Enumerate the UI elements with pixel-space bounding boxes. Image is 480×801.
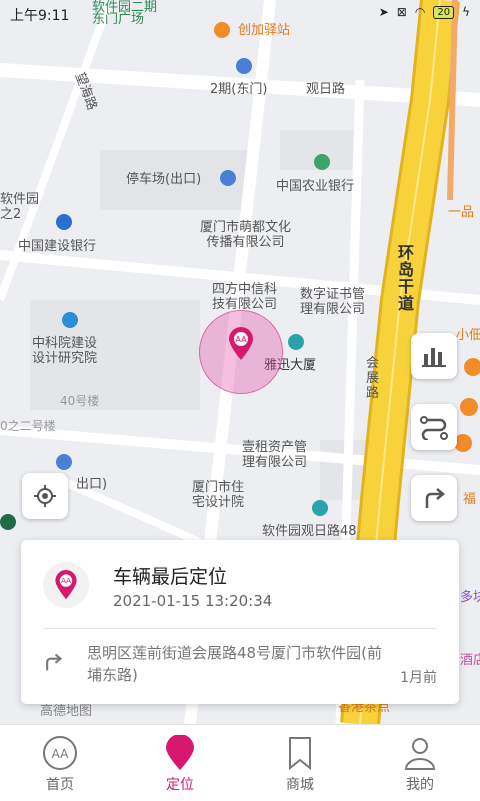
map-label: 四方中信科 技有限公司 bbox=[212, 282, 278, 312]
map-label: 小佃 bbox=[456, 328, 480, 343]
battery-icon: 20 bbox=[433, 5, 455, 19]
turn-right-icon bbox=[425, 488, 445, 508]
bank-icon[interactable] bbox=[56, 214, 72, 230]
road-label: 会 展 路 bbox=[366, 356, 380, 401]
card-address: 思明区莲前街道会展路48号厦门市软件园(前埔东路) bbox=[87, 644, 382, 684]
map-label: 厦门市萌都文化 传播有限公司 bbox=[200, 220, 292, 250]
vehicle-location-card[interactable]: AA 车辆最后定位 2021-01-15 13:20:34 思明区莲前街道会展路… bbox=[21, 540, 459, 704]
poi-blue-icon[interactable] bbox=[236, 58, 252, 74]
map-label: 一品 bbox=[448, 205, 475, 220]
nav-shop[interactable]: 商城 bbox=[240, 725, 360, 801]
map-label: 福 bbox=[463, 492, 477, 507]
nav-label: 定位 bbox=[166, 777, 194, 793]
brand-logo-icon: AA bbox=[43, 736, 77, 770]
nav-location[interactable]: 定位 bbox=[120, 725, 240, 801]
map-label: 出口) bbox=[76, 477, 108, 492]
route-arrow-icon bbox=[43, 652, 63, 676]
map-label: 壹租资产管 理有限公司 bbox=[242, 440, 308, 470]
nav-label: 首页 bbox=[46, 777, 74, 793]
map-label: 数字证书管 理有限公司 bbox=[300, 287, 366, 317]
poi-parking-icon[interactable] bbox=[56, 454, 72, 470]
road-label: 环 岛 干 道 bbox=[398, 243, 415, 313]
map-label: 酒店 bbox=[460, 653, 480, 668]
map-label: 多块 bbox=[460, 590, 480, 605]
charging-icon: ϟ bbox=[462, 5, 470, 19]
divider bbox=[43, 628, 437, 629]
sim-icon: ⊠ bbox=[396, 5, 407, 19]
stats-button[interactable] bbox=[411, 333, 457, 379]
status-bar: 上午9:11 ➤ ⊠ ◠ 20 ϟ bbox=[0, 0, 480, 30]
poi-cafe-icon[interactable] bbox=[0, 514, 16, 530]
map-label: 观日路 bbox=[306, 82, 346, 97]
card-relative-time: 1月前 bbox=[400, 670, 437, 686]
map-label: 软件园观日路48 bbox=[262, 524, 357, 539]
status-icons: ➤ ⊠ ◠ 20 ϟ bbox=[379, 5, 470, 19]
map-label: 40号楼 bbox=[60, 394, 100, 408]
bottom-nav: AA 首页 定位 商城 我的 bbox=[0, 724, 480, 801]
crosshair-icon bbox=[34, 485, 56, 507]
map-label: 中国建设银行 bbox=[18, 239, 97, 254]
nav-label: 我的 bbox=[406, 777, 434, 793]
poi-building-icon[interactable] bbox=[312, 500, 328, 516]
location-arrow-icon: ➤ bbox=[378, 5, 389, 19]
nav-home[interactable]: AA 首页 bbox=[0, 725, 120, 801]
locate-me-button[interactable] bbox=[22, 473, 68, 519]
map-label: 0之二号楼 bbox=[0, 419, 56, 433]
map-label: 2期(东门) bbox=[210, 82, 268, 97]
poi-parking-icon[interactable] bbox=[220, 170, 236, 186]
bank-icon[interactable] bbox=[314, 154, 330, 170]
navigate-button[interactable] bbox=[411, 475, 457, 521]
bar-chart-icon bbox=[422, 348, 446, 367]
nav-profile[interactable]: 我的 bbox=[360, 725, 480, 801]
route-button[interactable] bbox=[411, 404, 457, 450]
poi-building-icon[interactable] bbox=[288, 334, 304, 350]
poi-orange-icon[interactable] bbox=[460, 398, 478, 416]
poi-institute-icon[interactable] bbox=[62, 312, 78, 328]
vehicle-brand-icon: AA bbox=[43, 562, 89, 608]
person-icon bbox=[404, 738, 436, 770]
wifi-icon: ◠ bbox=[414, 5, 426, 19]
svg-text:AA: AA bbox=[235, 335, 247, 344]
poi-orange-icon[interactable] bbox=[464, 358, 480, 376]
map-label: 中科院建设 设计研究院 bbox=[32, 336, 98, 366]
amap-logo: 高德地图 bbox=[40, 704, 93, 719]
svg-text:AA: AA bbox=[52, 747, 70, 761]
vehicle-pin-icon[interactable]: AA bbox=[228, 327, 254, 361]
map-label: 停车场(出口) bbox=[126, 172, 202, 187]
status-time: 上午9:11 bbox=[10, 8, 70, 24]
card-timestamp: 2021-01-15 13:20:34 bbox=[113, 592, 273, 610]
map-label: 软件园 之2 bbox=[0, 192, 40, 222]
nav-label: 商城 bbox=[286, 777, 314, 793]
location-pin-icon bbox=[166, 735, 194, 770]
route-icon bbox=[420, 416, 448, 440]
bookmark-icon bbox=[289, 737, 311, 771]
map-label: 厦门市住 宅设计院 bbox=[192, 480, 245, 510]
map-label: 中国农业银行 bbox=[276, 179, 355, 194]
svg-text:AA: AA bbox=[61, 576, 71, 585]
card-title: 车辆最后定位 bbox=[113, 566, 228, 588]
